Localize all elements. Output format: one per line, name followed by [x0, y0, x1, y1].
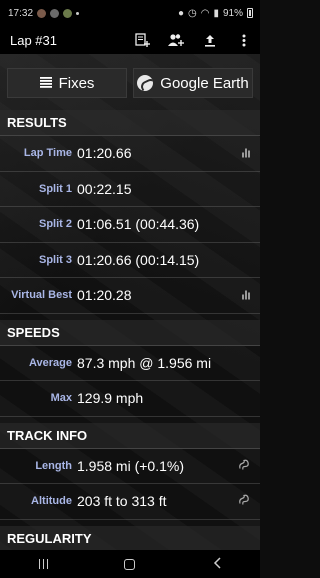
fixes-button[interactable]: Fixes [7, 68, 127, 98]
add-note-icon[interactable] [134, 32, 150, 48]
row-value: 129.9 mph [77, 390, 144, 407]
home-button[interactable] [115, 558, 145, 570]
row-value: 01:20.66 [77, 145, 132, 162]
section-header-results: RESULTS [0, 110, 260, 136]
fixes-label: Fixes [58, 74, 95, 92]
track-info-section: TRACK INFO Length 1.958 mi (+0.1%) Altit… [0, 422, 260, 520]
result-row-lap-time[interactable]: Lap Time 01:20.66 [0, 136, 260, 172]
row-label: Average [28, 356, 72, 369]
result-row-split-1: Split 1 00:22.15 [0, 172, 260, 207]
row-label: Length [35, 459, 72, 472]
row-label: Virtual Best [11, 289, 72, 302]
row-label: Max [50, 392, 72, 405]
add-person-icon[interactable] [168, 32, 184, 48]
row-label: Split 2 [38, 218, 72, 231]
notification-icon [37, 8, 47, 18]
row-value: 01:20.28 [77, 287, 132, 304]
status-time: 17:32 [8, 7, 34, 19]
upload-share-icon[interactable] [202, 32, 218, 48]
battery-icon [247, 8, 253, 18]
notification-icon [50, 8, 60, 18]
bar-chart-icon[interactable] [242, 148, 250, 158]
section-header-regularity: REGULARITY [0, 525, 260, 552]
location-icon: ● [177, 7, 184, 19]
app-bar: Lap #31 [0, 26, 260, 54]
row-label: Split 3 [38, 253, 72, 266]
row-value: 00:22.15 [77, 180, 132, 197]
list-icon [39, 75, 52, 91]
notification-icon [63, 8, 73, 18]
row-label: Split 1 [38, 182, 72, 195]
result-row-virtual-best[interactable]: Virtual Best 01:20.28 [0, 278, 260, 314]
google-earth-icon [137, 75, 154, 91]
row-value: 1.958 mi (+0.1%) [77, 457, 184, 474]
signal-icon: ▮ [213, 7, 219, 19]
google-earth-label: Google Earth [160, 74, 249, 92]
section-header-track-info: TRACK INFO [0, 422, 260, 449]
more-options-icon[interactable] [236, 32, 252, 48]
track-row-length[interactable]: Length 1.958 mi (+0.1%) [0, 449, 260, 484]
row-label: Altitude [31, 495, 72, 508]
track-shape-icon[interactable] [238, 494, 250, 509]
result-row-split-2: Split 2 01:06.51 (00:44.36) [0, 207, 260, 243]
speed-row-max: Max 129.9 mph [0, 381, 260, 417]
row-value: 87.3 mph @ 1.956 mi [77, 354, 212, 371]
speeds-section: SPEEDS Average 87.3 mph @ 1.956 mi Max 1… [0, 319, 260, 417]
page-title: Lap #31 [10, 32, 57, 48]
recent-apps-icon [28, 559, 58, 569]
row-value: 203 ft to 313 ft [77, 493, 167, 510]
track-row-altitude[interactable]: Altitude 203 ft to 313 ft [0, 484, 260, 520]
section-header-speeds: SPEEDS [0, 319, 260, 346]
back-chevron-icon [213, 556, 221, 569]
result-row-split-3: Split 3 01:20.66 (00:14.15) [0, 243, 260, 278]
speed-row-average: Average 87.3 mph @ 1.956 mi [0, 346, 260, 381]
bar-chart-icon[interactable] [242, 290, 250, 300]
system-navigation-bar [0, 550, 260, 578]
row-label: Lap Time [23, 147, 72, 160]
track-shape-icon[interactable] [238, 458, 250, 473]
status-bar: 17:32 ● ◷ ◠ ▮ 91% [0, 0, 260, 26]
more-notifications-dot-icon [76, 11, 80, 15]
battery-percent: 91% [222, 7, 243, 19]
row-value: 01:20.66 (00:14.15) [77, 251, 200, 268]
back-button[interactable] [202, 556, 232, 572]
regularity-section: REGULARITY [0, 525, 260, 552]
recent-apps-button[interactable] [28, 559, 58, 569]
home-icon [124, 558, 136, 570]
results-section: RESULTS Lap Time 01:20.66 Split 1 00:22.… [0, 110, 260, 314]
wifi-icon: ◠ [200, 7, 210, 19]
row-value: 01:06.51 (00:44.36) [77, 216, 200, 233]
google-earth-button[interactable]: Google Earth [133, 68, 253, 98]
alarm-icon: ◷ [188, 7, 197, 19]
